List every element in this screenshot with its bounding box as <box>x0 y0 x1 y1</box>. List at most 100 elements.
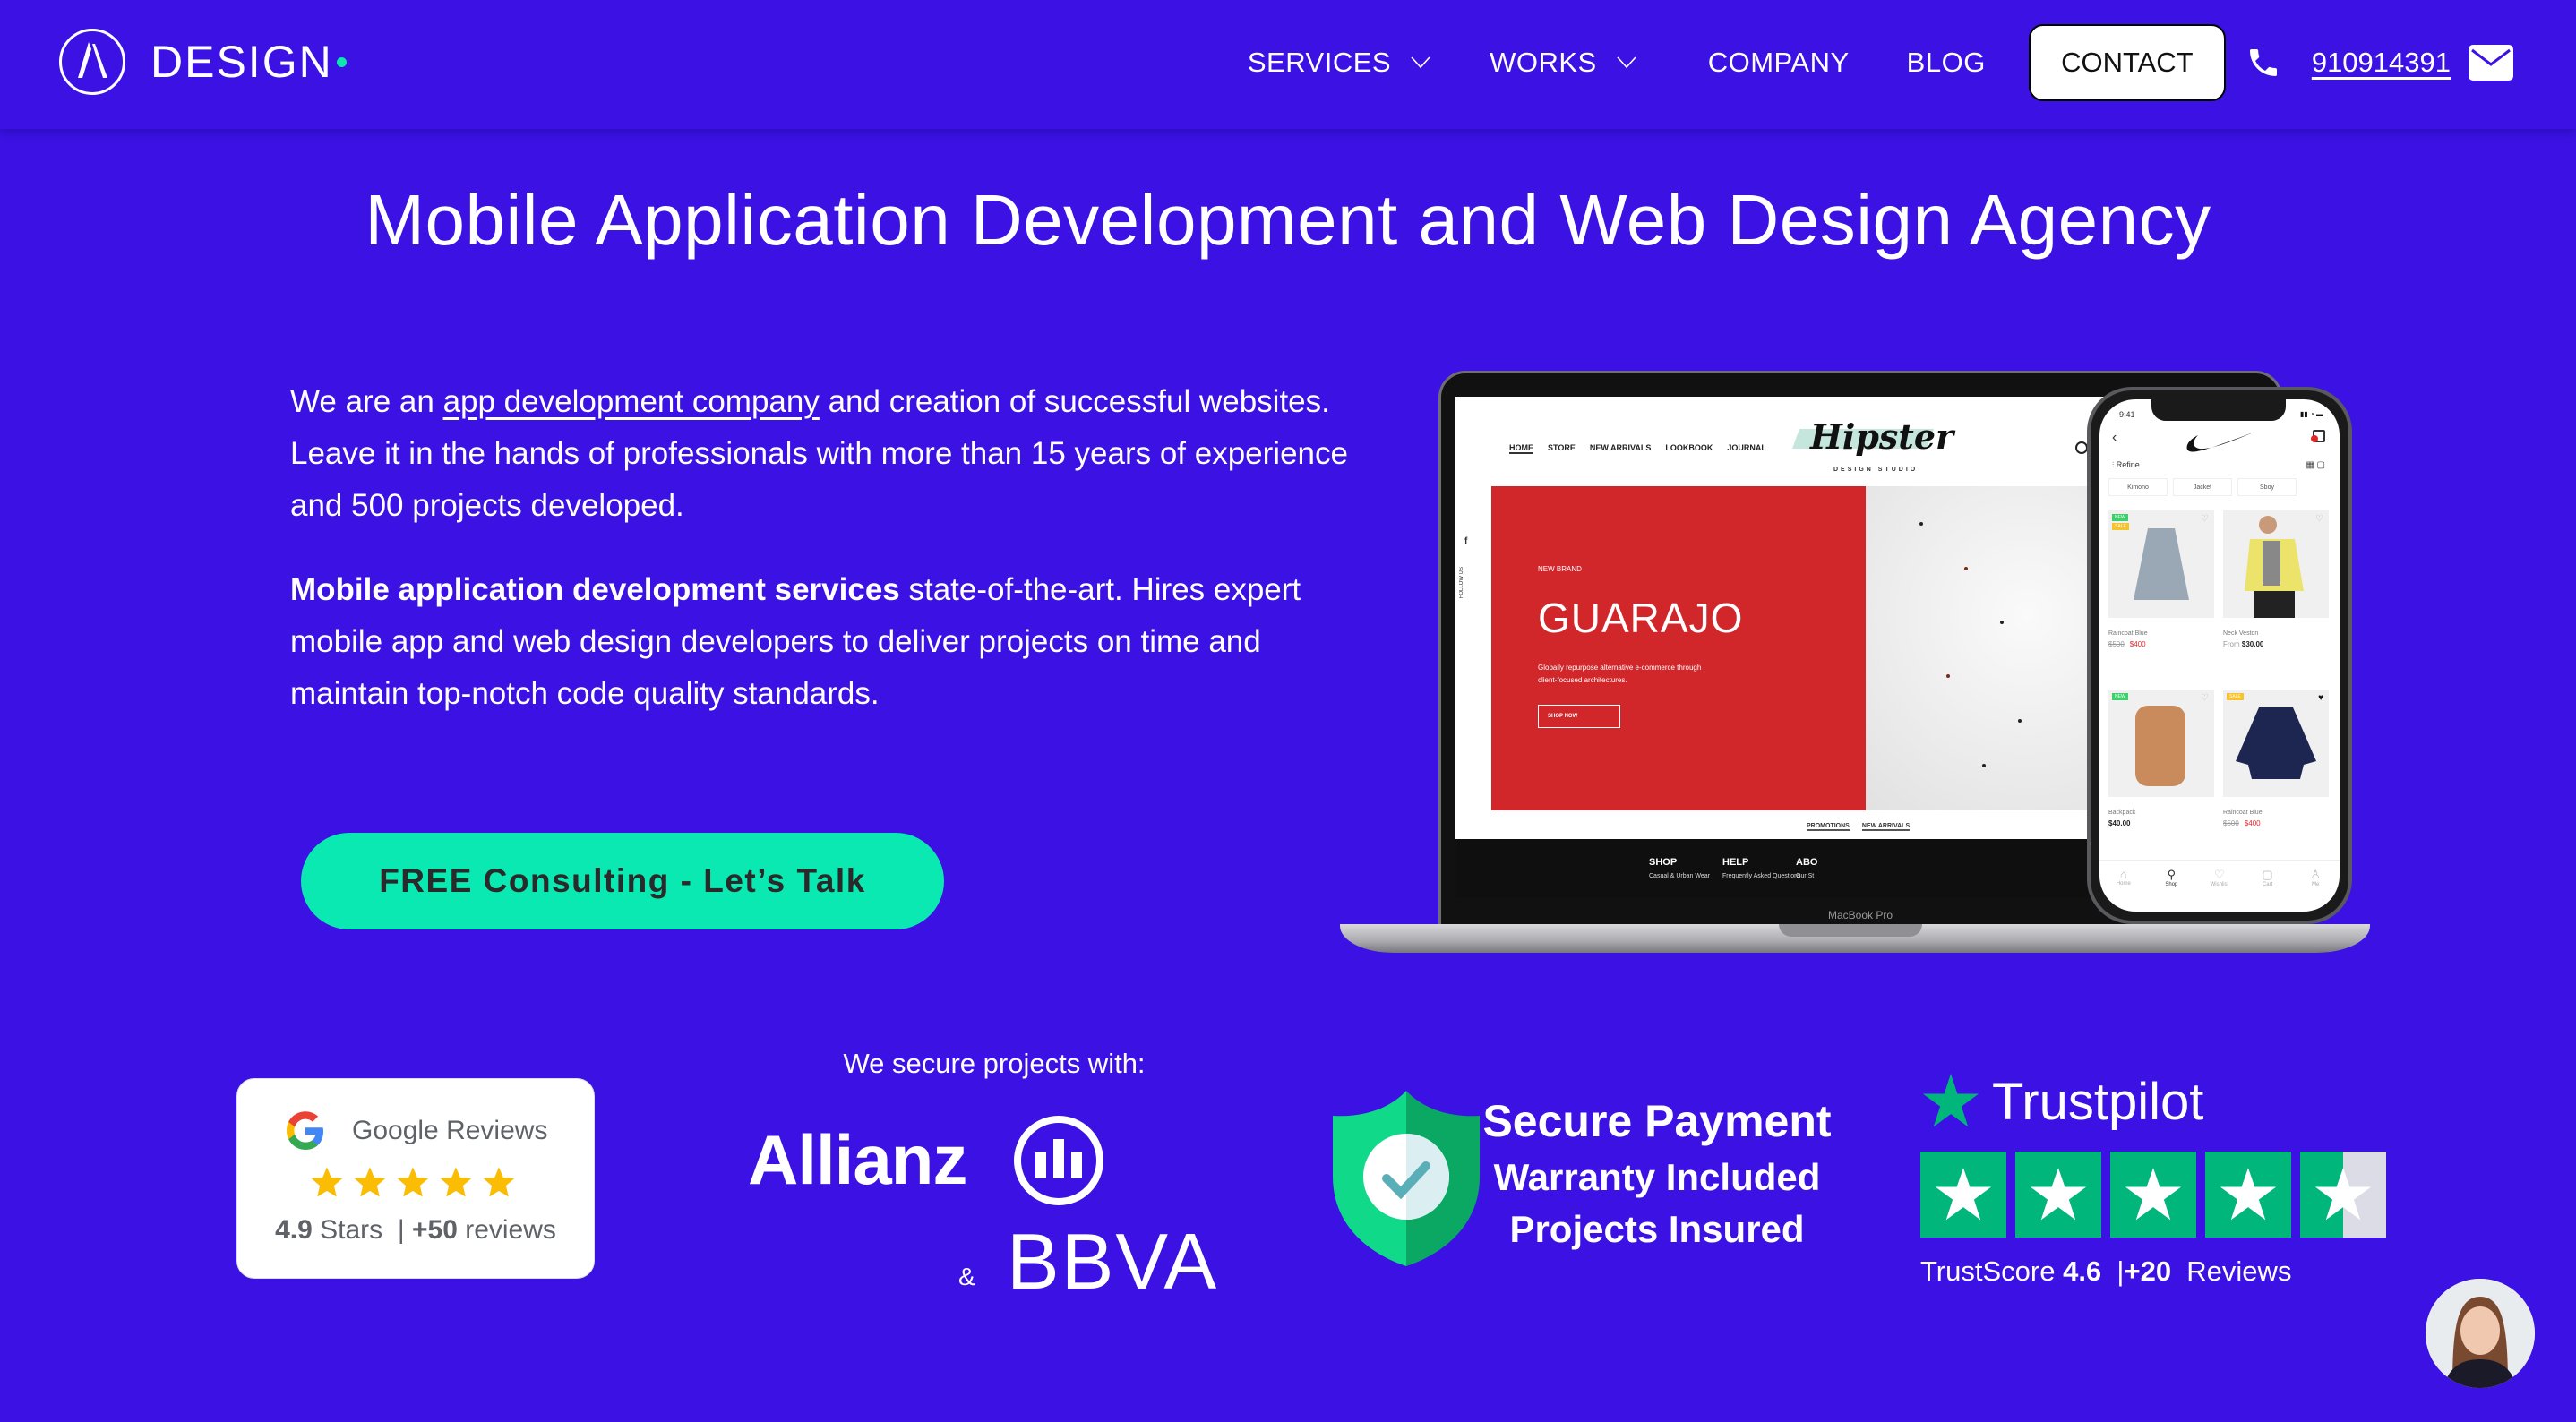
app-development-link[interactable]: app development company <box>443 384 820 419</box>
trustpilot-stars <box>1920 1152 2386 1238</box>
mock-tab: PROMOTIONS <box>1807 823 1850 831</box>
free-consulting-button[interactable]: FREE Consulting - Let’s Talk <box>301 833 944 929</box>
bbva-logo: BBVA <box>1007 1217 1219 1306</box>
nav-works-label: WORKS <box>1490 47 1597 78</box>
secure-line-2: Warranty Included <box>1493 1156 1821 1198</box>
chevron-down-icon <box>1617 56 1636 69</box>
logo[interactable]: DESIGN <box>59 29 347 95</box>
phone-tab-bar: ⌂ Home ⚲ Shop ♡ Wishlist ▢ Cart ♙ Me <box>2099 860 2340 912</box>
trustpilot-name: Trustpilot <box>1992 1072 2204 1131</box>
google-header: Google Reviews <box>284 1109 547 1152</box>
shield-check-icon <box>1333 1091 1480 1266</box>
heart-icon: ♡ <box>2214 868 2225 881</box>
chip: Sboy <box>2237 478 2297 496</box>
mock-footer-col: SHOP Casual & Urban Wear <box>1649 857 1710 879</box>
spatter <box>1919 522 1923 526</box>
nav-company[interactable]: COMPANY <box>1708 47 1850 79</box>
google-rating: 4.9 Stars | +50 reviews <box>275 1215 556 1245</box>
trustpilot-header[interactable]: Trustpilot <box>1920 1071 2203 1132</box>
star-icon <box>2125 1168 2182 1221</box>
logo-text: DESIGN <box>150 37 333 87</box>
logo-mark-icon <box>59 29 125 95</box>
product-image-raincoat: NEW SALE ♡ <box>2108 510 2214 618</box>
star-icon <box>354 1167 386 1197</box>
tab-shop: ⚲ Shop <box>2153 868 2189 912</box>
nav-services[interactable]: SERVICES <box>1248 47 1430 79</box>
mock-follow-us: FOLLOW US <box>1459 567 1464 599</box>
mock-eyebrow: NEW BRAND <box>1538 565 1582 573</box>
services-paragraph: Mobile application development services … <box>290 564 1365 720</box>
tab-cart: ▢ Cart <box>2250 868 2286 912</box>
spatter <box>1982 764 1986 767</box>
page-title: Mobile Application Development and Web D… <box>365 180 2211 260</box>
site-header: DESIGN SERVICES WORKS COMPANY BLOG CONTA… <box>0 0 2576 129</box>
intro-paragraph: We are an app development company and cr… <box>290 376 1365 532</box>
star-icon <box>2220 1168 2277 1221</box>
heart-icon: ♡ <box>2315 514 2323 524</box>
star-icon <box>311 1167 343 1197</box>
google-title: Google Reviews <box>352 1116 548 1145</box>
search-icon <box>2075 441 2088 454</box>
main-nav: SERVICES WORKS COMPANY BLOG CONTACT 9109… <box>1248 23 2513 102</box>
phone-icon[interactable] <box>2245 45 2281 81</box>
trustpilot-star-box <box>2015 1152 2101 1238</box>
phone-notch <box>2151 399 2286 421</box>
spatter <box>1946 674 1950 678</box>
user-icon: ♙ <box>2310 868 2321 881</box>
avatar-image <box>2426 1279 2535 1388</box>
spatter <box>2000 621 2004 624</box>
mock-shop-now: SHOP NOW <box>1538 705 1620 728</box>
mail-icon[interactable] <box>2469 45 2513 81</box>
star-icon <box>1935 1168 1992 1221</box>
trustpilot-star-icon <box>1922 1073 1979 1127</box>
spatter <box>2018 719 2022 723</box>
nav-company-label: COMPANY <box>1707 47 1850 78</box>
star-icon <box>483 1167 515 1197</box>
chip: Jacket <box>2173 478 2232 496</box>
trustpilot-star-box <box>1920 1152 2006 1238</box>
logo-dot <box>336 56 347 67</box>
back-icon: ‹ <box>2112 430 2117 445</box>
grid-view-icon: ▦ ▢ <box>2306 460 2325 470</box>
google-stars <box>309 1165 517 1199</box>
mock-tabs: PROMOTIONS NEW ARRIVALS <box>1807 823 1911 831</box>
mock-description: Globally repurpose alternative e-commerc… <box>1538 664 1702 684</box>
secure-payment-text: Secure Payment Warranty Included Project… <box>1478 1091 1836 1255</box>
refine-filter: ⫶ Refine <box>2112 460 2140 469</box>
mock-nav-item: NEW ARRIVALS <box>1589 443 1652 452</box>
tab-home: ⌂ Home <box>2106 868 2142 912</box>
product-card: NEW ♡ Backpack $40.00 <box>2108 690 2214 827</box>
contact-button[interactable]: CONTACT <box>2028 24 2226 101</box>
heart-icon: ♡ <box>2201 514 2209 524</box>
product-image-shirt: SALE ♥ <box>2223 690 2329 797</box>
nav-works[interactable]: WORKS <box>1490 47 1636 79</box>
search-icon: ⚲ <box>2167 868 2177 881</box>
phone-screen: 9:41 ▮▮ ◔ ▬ ‹ ⫶ Refine ▦ ▢ Kimono Jacket… <box>2099 399 2340 912</box>
mock-footer-col: HELP Frequently Asked Questions <box>1722 857 1801 879</box>
mock-logo: Hipster <box>1810 416 1954 457</box>
cart-badge <box>2311 435 2318 442</box>
signal-icon: ▮▮ ◔ ▬ <box>2299 410 2323 418</box>
nav-blog[interactable]: BLOG <box>1907 47 1986 79</box>
heart-icon: ♡ <box>2201 693 2209 703</box>
star-icon <box>397 1167 429 1197</box>
mock-hero-panel: NEW BRAND GUARAJO Globally repurpose alt… <box>1491 486 1866 810</box>
chat-avatar[interactable] <box>2426 1279 2535 1388</box>
phone-number-link[interactable]: 910914391 <box>2312 47 2451 79</box>
category-chips: Kimono Jacket Sboy <box>2108 478 2297 496</box>
trustpilot-star-box <box>2300 1152 2386 1238</box>
services-bold: Mobile application development services <box>290 572 900 607</box>
google-reviews-badge[interactable]: Google Reviews 4.9 Stars | +50 reviews <box>236 1078 595 1279</box>
trustpilot-star-box <box>2205 1152 2291 1238</box>
mock-nav: HOME STORE NEW ARRIVALS LOOKBOOK JOURNAL <box>1509 443 1766 454</box>
secure-projects-label: We secure projects with: <box>843 1048 1146 1079</box>
product-card: SALE ♥ Raincoat Blue $500 $400 <box>2223 690 2329 827</box>
facebook-icon: f <box>1464 536 1468 546</box>
phone-mockup: 9:41 ▮▮ ◔ ▬ ‹ ⫶ Refine ▦ ▢ Kimono Jacket… <box>2087 387 2352 924</box>
mock-nav-item: HOME <box>1509 443 1533 454</box>
mock-tab: NEW ARRIVALS <box>1861 823 1911 831</box>
secure-line-1: Secure Payment <box>1482 1096 1832 1146</box>
trustpilot-star-box <box>2110 1152 2196 1238</box>
spatter <box>1964 567 1968 570</box>
ampersand: & <box>958 1263 975 1290</box>
